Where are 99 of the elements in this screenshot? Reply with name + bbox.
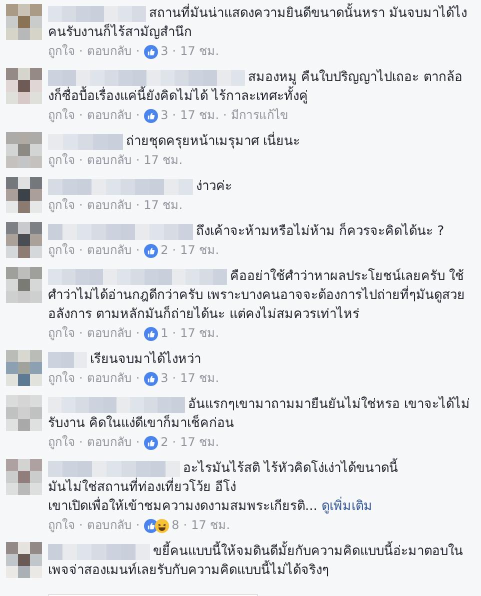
separator-dot: · <box>136 370 140 387</box>
thumbs-up-icon <box>144 372 158 386</box>
separator-dot: · <box>79 434 83 451</box>
blurred-name[interactable] <box>48 268 227 284</box>
timestamp[interactable]: 17 ชม. <box>144 196 183 215</box>
comment-text: ศำว่าไม่ได้อ่านกฎดีกว่าครับ เพราะบางคนอาจจะต้องการไปถ่ายที่ๆมันดูสวย อลังการ ตามหลักมันก็ถ่ายได้นะ แต่คงไม่สมควรเท่าไหร่ <box>48 286 466 324</box>
comment-text: สมองหมู คืนใบปริญญาไปเถอะ ตากล้อ <box>248 68 462 86</box>
reaction-count[interactable]: 3 <box>160 369 168 388</box>
separator-dot: · <box>79 107 83 124</box>
like-link[interactable]: ถูกใจ <box>48 196 75 215</box>
reply-link[interactable]: ตอบกลับ <box>86 42 132 61</box>
like-link[interactable]: ถูกใจ <box>48 324 75 343</box>
comment-text: คืออย่าใช้ศำว่าหาผลประโยชน์เลยครับ ใช้ <box>230 267 464 286</box>
separator-dot: · <box>79 325 83 342</box>
timestamp[interactable]: 17 ชม. <box>180 369 220 388</box>
like-link[interactable]: ถูกใจ <box>48 516 75 535</box>
separator-dot: · <box>136 43 140 60</box>
comment-text: รับงาน คิดในแง่ดีเขาก็มาเช็คก่อน <box>48 414 234 433</box>
comment-text: อันแรกๆเขามาถามมายืนยันไม่ใช่หรอ เขาจะได้ไม่ <box>188 395 470 414</box>
like-link[interactable]: ถูกใจ <box>48 241 75 260</box>
thumbs-up-icon <box>144 326 158 340</box>
separator-dot: · <box>136 107 140 124</box>
separator-dot: · <box>172 107 176 124</box>
comment-text: อะไรมันไร้สติ ไร้หัวคิดโง่เง่าได้ขนาดนี้ <box>183 459 398 478</box>
timestamp[interactable]: 17 ชม. <box>180 106 220 125</box>
timestamp[interactable]: 17 ชม. <box>180 324 220 343</box>
reply-link[interactable]: ตอบกลับ <box>86 151 132 170</box>
separator-dot: · <box>172 242 176 259</box>
separator-dot: · <box>136 242 140 259</box>
separator-dot: · <box>136 152 140 169</box>
like-link[interactable]: ถูกใจ <box>48 369 75 388</box>
separator-dot: · <box>172 43 176 60</box>
thumbs-up-icon <box>144 244 158 258</box>
timestamp[interactable]: 17 ชม. <box>144 151 183 170</box>
blurred-name[interactable] <box>48 544 150 560</box>
separator-dot: · <box>172 325 176 342</box>
comment-text: มันไม่ใช่สถานที่ท่องเที่ยวโว้ย อีโง่ เขาเปิดเพื่อให้เข้าชมความงดงามสมพระเกียรติ... ดูเพิ่มเติม <box>48 478 373 516</box>
avatar[interactable] <box>6 177 42 213</box>
blurred-name[interactable] <box>48 70 245 86</box>
comment-text: คนรับงานก็ไร้สามัญสำนึก <box>48 23 192 42</box>
thumbs-up-icon <box>144 44 158 58</box>
reaction-count[interactable]: 1 <box>160 324 168 343</box>
thumbs-up-icon <box>144 108 158 122</box>
separator-dot: · <box>183 517 188 534</box>
separator-dot: · <box>79 197 83 214</box>
separator-dot: · <box>79 517 83 534</box>
separator-dot: · <box>79 242 83 259</box>
reply-link[interactable]: ตอบกลับ <box>86 106 132 125</box>
blurred-name[interactable] <box>48 224 193 240</box>
see-more-link[interactable]: ดูเพิ่มเติม <box>322 499 373 514</box>
timestamp[interactable]: 17 ชม. <box>180 241 220 260</box>
blurred-name[interactable] <box>48 6 146 22</box>
comment-text: เพจจ่าสองเมนท์เลยรับกับความคิดแบบนี้ไม่ได้จริงๆ <box>48 561 329 580</box>
separator-dot: · <box>172 434 176 451</box>
timestamp[interactable]: 17 ชม. <box>191 516 230 535</box>
comment-text: ขยี้คนแบบนี้ให้จมดินดีมั้ยกับความคิดแบบนี้อ่ะมาตอบใน <box>153 542 463 561</box>
reply-link[interactable]: ตอบกลับ <box>86 516 132 535</box>
reaction-count[interactable]: 8 <box>172 516 180 535</box>
comment-text: เรียนจบมาได้ไงหว่า <box>90 350 201 369</box>
reaction-count[interactable]: 2 <box>160 433 168 452</box>
reaction-count[interactable]: 3 <box>160 106 168 125</box>
thumbs-up-icon <box>144 436 158 450</box>
comment-text: ถ่ายชุดครุยหน้าเมรุมาศ เนี่ยนะ <box>126 132 300 151</box>
blurred-name[interactable] <box>48 460 180 476</box>
separator-dot: · <box>79 370 83 387</box>
like-link[interactable]: ถูกใจ <box>48 433 75 452</box>
comment-text: ง่าวค่ะ <box>196 178 232 196</box>
separator-dot: · <box>79 43 83 60</box>
reply-link[interactable]: ตอบกลับ <box>86 196 132 215</box>
laughing-face-icon <box>154 518 169 532</box>
avatar[interactable] <box>6 222 42 258</box>
edited-label[interactable]: มีการแก้ไข <box>230 106 288 125</box>
separator-dot: · <box>136 197 140 214</box>
reply-link[interactable]: ตอบกลับ <box>86 369 132 388</box>
timestamp[interactable]: 17 ชม. <box>180 42 220 61</box>
like-link[interactable]: ถูกใจ <box>48 151 75 170</box>
separator-dot: · <box>79 152 83 169</box>
blurred-name[interactable] <box>48 396 185 412</box>
blurred-name[interactable] <box>48 352 87 368</box>
reply-link[interactable]: ตอบกลับ <box>86 324 132 343</box>
reaction-count[interactable]: 3 <box>160 42 168 61</box>
separator-dot: · <box>136 517 140 534</box>
timestamp[interactable]: 17 ชม. <box>180 433 220 452</box>
comment-text: งก็ซื่อบื้อเรื่องแค่นี้ยังคิดไม่ได้ ไร้กาละเทศะทั้งคู่ <box>48 87 308 106</box>
like-link[interactable]: ถูกใจ <box>48 42 75 61</box>
avatar[interactable] <box>6 68 42 104</box>
blurred-name[interactable] <box>48 134 123 150</box>
reply-link[interactable]: ตอบกลับ <box>86 241 132 260</box>
avatar[interactable] <box>6 542 42 578</box>
separator-dot: · <box>223 107 227 124</box>
comment-text: สถานที่มันน่าแสดงความยินดีขนาดนั้นหรา มันจบมาได้ไง <box>149 4 468 23</box>
like-link[interactable]: ถูกใจ <box>48 106 75 125</box>
separator-dot: · <box>172 370 176 387</box>
reaction-count[interactable]: 2 <box>160 241 168 260</box>
separator-dot: · <box>136 325 140 342</box>
separator-dot: · <box>136 434 140 451</box>
blurred-name[interactable] <box>48 178 193 194</box>
reply-link[interactable]: ตอบกลับ <box>86 433 132 452</box>
comment-text: ถึงเค้าจะห้ามหรือไม่ห้าม ก็ควรจะคิดได้นะ ? <box>196 222 444 241</box>
